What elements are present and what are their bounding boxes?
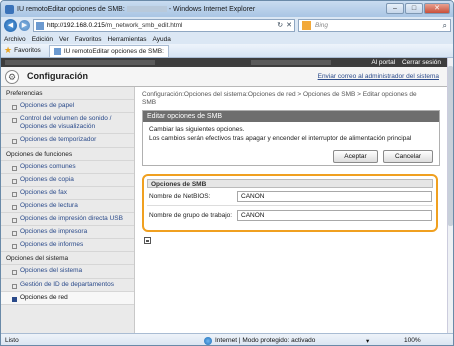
sidebar-item-papel[interactable]: Opciones de papel — [1, 100, 134, 114]
security-zone: Internet | Modo protegido: activado — [204, 336, 316, 345]
menu-herramientas[interactable]: Herramientas — [108, 36, 147, 43]
minimize-button[interactable]: – — [386, 3, 404, 14]
status-text: Listo — [5, 337, 19, 344]
cancel-button[interactable]: Cancelar — [383, 150, 433, 164]
config-header: ⚙ Configuración Enviar correo al adminis… — [1, 67, 447, 87]
menu-ayuda[interactable]: Ayuda — [153, 36, 171, 43]
browser-window: IU remotoEditar opciones de SMB: - Window… — [0, 0, 454, 346]
edit-instruction-2: Los cambios serán efectivos tras apagar … — [149, 134, 412, 142]
sidebar-item-red[interactable]: Opciones de red — [1, 291, 134, 305]
gear-icon: ⚙ — [5, 70, 19, 84]
favorites-label: Favoritos — [14, 47, 41, 54]
forward-button[interactable]: ▶ — [19, 20, 30, 31]
edit-panel-title: Editar opciones de SMB — [143, 111, 439, 123]
globe-icon — [204, 336, 212, 345]
sidebar-item-departamentos[interactable]: Gestión de ID de departamentos — [1, 279, 134, 292]
favorites-button[interactable]: ★ Favoritos — [4, 45, 41, 56]
sidebar-item-lectura[interactable]: Opciones de lectura — [1, 200, 134, 213]
search-input[interactable]: Bing ⌕ — [298, 19, 451, 32]
top-dark-bar: Al portal Cerrar sesión — [1, 58, 447, 67]
sidebar-item-opciones-sistema[interactable]: Opciones del sistema — [1, 265, 134, 279]
zone-text: Internet | Modo protegido: activado — [215, 337, 316, 344]
close-button[interactable]: ✕ — [424, 3, 450, 14]
sidebar-item-impresion-usb[interactable]: Opciones de impresión directa USB — [1, 213, 134, 227]
sidebar-item-copia[interactable]: Opciones de copia — [1, 174, 134, 187]
netbios-field[interactable] — [237, 191, 432, 202]
menu-ver[interactable]: Ver — [59, 36, 69, 43]
title-bar: IU remotoEditar opciones de SMB: - Window… — [1, 1, 453, 17]
sidebar-item-volumen[interactable]: Control del volumen de sonido / Opciones… — [1, 113, 134, 135]
browser-tab[interactable]: IU remotoEditar opciones de SMB: — [48, 44, 169, 57]
status-bar: Listo Internet | Modo protegido: activad… — [1, 333, 453, 345]
sidebar-item-fax[interactable]: Opciones de fax — [1, 187, 134, 200]
mail-admin-link[interactable]: Enviar correo al administrador del siste… — [318, 73, 439, 80]
sidebar-section-funciones: Opciones de funciones — [1, 148, 134, 161]
search-placeholder: Bing — [315, 22, 329, 29]
sidebar-section-preferencias: Preferencias — [1, 87, 134, 100]
netbios-row: Nombre de NetBIOS: — [147, 188, 433, 206]
zoom-level[interactable]: 100% — [404, 337, 421, 344]
netbios-label: Nombre de NetBIOS: — [149, 193, 211, 200]
back-button[interactable]: ◀ — [4, 19, 17, 32]
url-text[interactable]: http://192.168.0.215/m_network_smb_edit.… — [47, 22, 183, 29]
menu-archivo[interactable]: Archivo — [4, 36, 26, 43]
bing-icon — [302, 21, 311, 30]
zoom-control-icon[interactable]: ▾ — [366, 337, 369, 345]
page-content: Al portal Cerrar sesión ⚙ Configuración … — [1, 58, 447, 333]
tab-icon — [53, 47, 61, 55]
page-top-icon[interactable] — [144, 237, 151, 244]
breadcrumb: Configuración:Opciones del sistema:Opcio… — [142, 91, 417, 107]
sidebar-item-comunes[interactable]: Opciones comunes — [1, 161, 134, 174]
address-bar[interactable]: http://192.168.0.215/m_network_smb_edit.… — [33, 19, 295, 32]
logout-link[interactable]: Cerrar sesión — [402, 59, 441, 66]
edit-instruction-1: Cambiar las siguientes opciones. — [149, 126, 245, 134]
main-panel: Configuración:Opciones del sistema:Opcio… — [142, 87, 440, 333]
menu-edicion[interactable]: Edición — [32, 36, 53, 43]
menu-favoritos[interactable]: Favoritos — [75, 36, 102, 43]
page-title: Configuración — [27, 71, 88, 81]
scrollbar-thumb[interactable] — [448, 66, 453, 226]
workgroup-label: Nombre de grupo de trabajo: — [149, 211, 233, 219]
address-row: ◀ ▶ http://192.168.0.215/m_network_smb_e… — [1, 17, 453, 34]
workgroup-field[interactable] — [237, 209, 432, 221]
accept-button[interactable]: Aceptar — [333, 150, 378, 164]
edit-smb-panel: Editar opciones de SMB Cambiar las sigui… — [142, 110, 440, 167]
tab-title: IU remotoEditar opciones de SMB: — [63, 47, 164, 55]
ie-app-icon — [5, 4, 14, 14]
star-icon: ★ — [4, 45, 13, 55]
sidebar-item-impresora[interactable]: Opciones de impresora — [1, 226, 134, 240]
menu-bar: Archivo Edición Ver Favoritos Herramient… — [1, 34, 453, 44]
window-title: IU remotoEditar opciones de SMB: - Window… — [17, 5, 256, 13]
sidebar-item-informes[interactable]: Opciones de informes — [1, 239, 134, 253]
sidebar: Preferencias Opciones de papel Control d… — [1, 87, 135, 333]
smb-panel-title: Opciones de SMB — [147, 179, 433, 188]
maximize-button[interactable]: □ — [405, 3, 423, 14]
vertical-scrollbar[interactable] — [447, 58, 453, 333]
stop-icon[interactable]: ✕ — [286, 21, 292, 29]
portal-link[interactable]: Al portal — [371, 59, 395, 66]
favorites-bar: ★ Favoritos IU remotoEditar opciones de … — [1, 44, 453, 58]
search-icon[interactable]: ⌕ — [443, 21, 447, 31]
refresh-icon[interactable]: ↻ — [277, 21, 283, 29]
sidebar-section-sistema: Opciones del sistema — [1, 252, 134, 266]
workgroup-row: Nombre de grupo de trabajo: — [147, 206, 433, 224]
smb-options-panel: Opciones de SMB Nombre de NetBIOS: Nombr… — [142, 174, 438, 232]
page-icon — [36, 21, 44, 30]
sidebar-item-temporizador[interactable]: Opciones de temporizador — [1, 134, 134, 148]
